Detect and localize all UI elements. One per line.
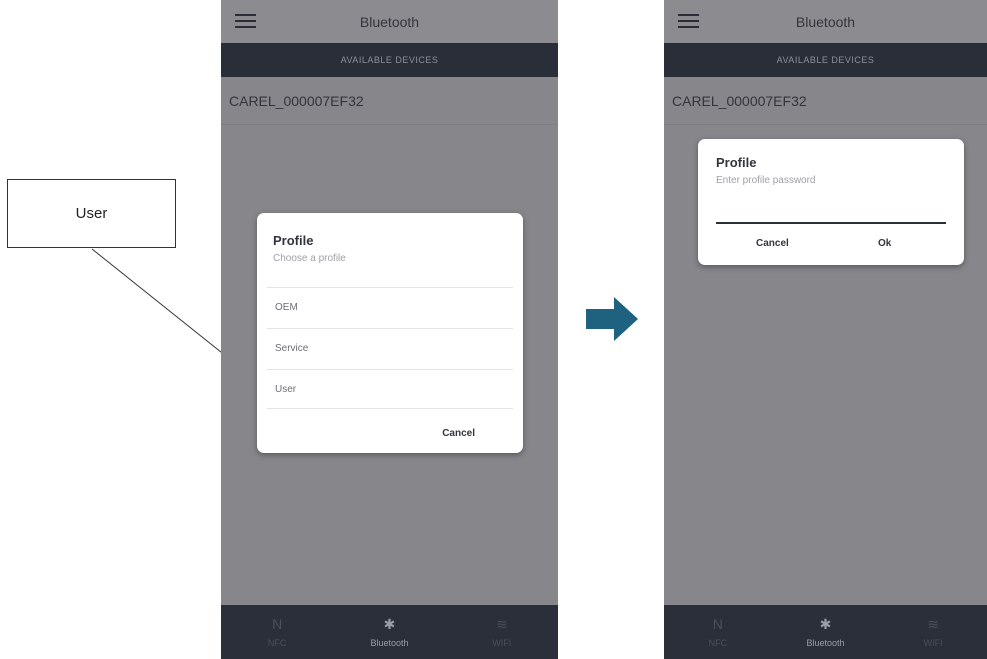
callout-label: User (75, 205, 108, 222)
nfc-icon: N (272, 616, 283, 632)
bottom-nav: N NFC ✱ Bluetooth ≋ WIFI (221, 605, 558, 659)
nav-item-nfc[interactable]: N NFC (673, 616, 763, 648)
menu-icon[interactable] (235, 14, 256, 28)
callout-box: User (7, 179, 176, 248)
section-header: AVAILABLE DEVICES (664, 43, 987, 77)
nav-label: Bluetooth (806, 638, 845, 648)
profile-option-service[interactable]: Service (267, 328, 513, 368)
cancel-button[interactable]: Cancel (442, 428, 475, 439)
nav-item-nfc[interactable]: N NFC (232, 616, 322, 648)
nav-label: WIFI (923, 638, 943, 648)
app-title: Bluetooth (795, 13, 856, 30)
password-dialog: Profile Enter profile password Cancel Ok (698, 139, 964, 265)
app-bar: Bluetooth (664, 0, 987, 43)
nav-label: Bluetooth (370, 638, 409, 648)
bottom-nav: N NFC ✱ Bluetooth ≋ WIFI (664, 605, 987, 659)
device-item[interactable]: CAREL_000007EF32 (221, 77, 558, 125)
dialog-title: Profile (716, 155, 757, 170)
ok-button[interactable]: Ok (878, 238, 891, 249)
nav-item-bluetooth[interactable]: ✱ Bluetooth (344, 616, 434, 648)
device-item[interactable]: CAREL_000007EF32 (664, 77, 987, 125)
phone-screen-choose-profile: Bluetooth AVAILABLE DEVICES CAREL_000007… (221, 0, 558, 659)
nav-label: NFC (708, 638, 728, 648)
bluetooth-icon: ✱ (383, 616, 396, 632)
dialog-subtitle: Choose a profile (273, 253, 346, 264)
profile-dialog: Profile Choose a profile OEM Service Use… (257, 213, 523, 453)
app-title: Bluetooth (359, 13, 420, 30)
nfc-icon: N (712, 616, 723, 632)
arrow-right-icon (586, 297, 638, 341)
nav-label: WIFI (492, 638, 512, 648)
phone-screen-enter-password: Bluetooth AVAILABLE DEVICES CAREL_000007… (664, 0, 987, 659)
nav-item-wifi[interactable]: ≋ WIFI (888, 616, 978, 648)
wifi-icon: ≋ (495, 616, 508, 632)
password-field[interactable] (716, 206, 946, 224)
nav-item-wifi[interactable]: ≋ WIFI (457, 616, 547, 648)
dialog-subtitle: Enter profile password (716, 175, 816, 186)
menu-icon[interactable] (678, 14, 699, 28)
dialog-title: Profile (273, 233, 314, 248)
section-header: AVAILABLE DEVICES (221, 43, 558, 77)
profile-option-user[interactable]: User (267, 369, 513, 409)
wifi-icon: ≋ (927, 616, 939, 632)
cancel-button[interactable]: Cancel (756, 238, 789, 249)
nav-item-bluetooth[interactable]: ✱ Bluetooth (780, 616, 870, 648)
profile-option-oem[interactable]: OEM (267, 287, 513, 327)
bluetooth-icon: ✱ (819, 616, 832, 632)
nav-label: NFC (267, 638, 287, 648)
app-bar: Bluetooth (221, 0, 558, 43)
